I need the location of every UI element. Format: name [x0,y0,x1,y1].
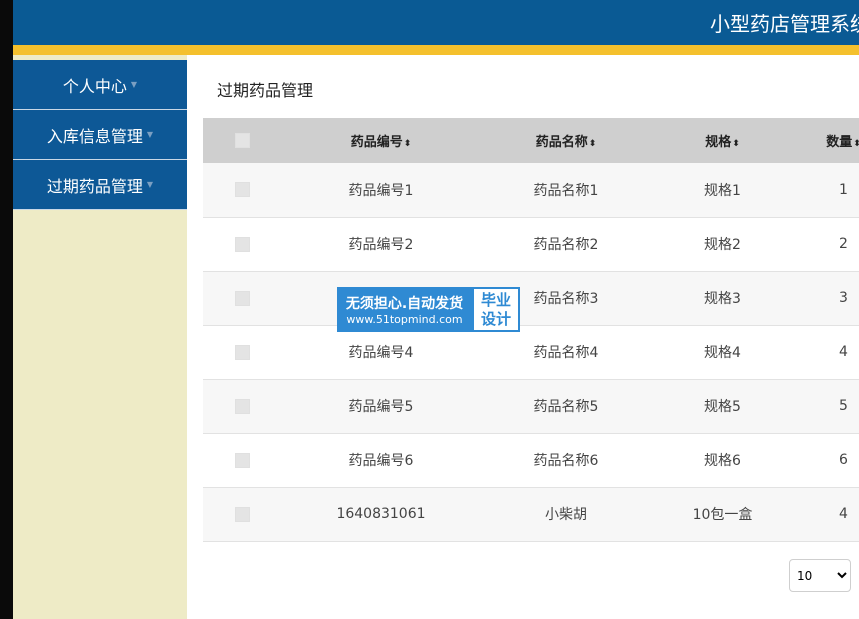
cell-spec: 规格5 [704,399,741,415]
cell-name: 药品名称1 [533,182,599,199]
app-title: 小型药店管理系统 [710,12,859,36]
page-title: 过期药品管理 [217,81,314,100]
top-header: 小型药店管理系统 [13,0,859,45]
column-header-spec[interactable]: 规格⬍ [651,118,794,163]
cell-quantity: 4 [839,506,848,522]
sidebar-item-label: 过期药品管理 [46,176,143,196]
caret-down-icon: ▼ [146,130,154,139]
cell-spec: 规格4 [704,345,741,361]
cell-code: 药品编号4 [348,345,414,361]
row-checkbox[interactable] [234,398,250,414]
cell-quantity: 1 [839,181,848,198]
cell-name: 药品名称5 [533,399,599,415]
cell-code: 药品编号6 [348,453,414,469]
cell-code: 药品编号1 [348,182,414,199]
row-checkbox[interactable] [234,182,250,198]
cell-quantity: 5 [839,398,848,414]
cell-spec: 规格6 [704,453,741,469]
cell-spec: 10包一盒 [692,507,753,523]
data-table-container: 药品编号⬍ 药品名称⬍ 规格⬍ 数量⬍ 药品编号1 药品名称1 规格1 1 药品… [203,118,859,542]
watermark-url: www.51topmind.com [346,313,463,326]
cell-spec: 规格1 [704,182,741,199]
watermark-line1: 无须担心.自动发货 [345,296,464,312]
column-header-quantity[interactable]: 数量⬍ [794,118,859,163]
cell-name: 小柴胡 [545,507,587,523]
table-header-row: 药品编号⬍ 药品名称⬍ 规格⬍ 数量⬍ [203,118,859,163]
sort-icon[interactable]: ⬍ [589,139,597,149]
cell-name: 药品名称6 [533,453,599,469]
table-row[interactable]: 药品编号1 药品名称1 规格1 1 [203,163,859,217]
row-checkbox[interactable] [234,506,250,522]
header-accent-bar [13,45,859,55]
sidebar-item-expired-drugs[interactable]: 过期药品管理 ▼ [13,160,187,210]
column-header-code[interactable]: 药品编号⬍ [281,118,481,163]
table-row[interactable]: 药品编号3 药品名称3 规格3 3 [203,271,859,325]
row-checkbox[interactable] [234,344,250,360]
sidebar-item-personal-center[interactable]: 个人中心 ▼ [13,60,187,110]
select-all-checkbox[interactable] [234,133,250,148]
sidebar-item-label: 个人中心 [62,76,127,96]
row-checkbox[interactable] [234,290,250,306]
cell-quantity: 2 [839,236,848,252]
cell-code: 1640831061 [336,506,426,522]
table-row[interactable]: 药品编号4 药品名称4 规格4 4 [203,325,859,379]
column-header-name[interactable]: 药品名称⬍ [481,118,651,163]
sort-icon[interactable]: ⬍ [404,139,412,149]
cell-name: 药品名称2 [533,237,599,253]
sidebar: 个人中心 ▼ 入库信息管理 ▼ 过期药品管理 ▼ [13,60,187,210]
cell-code: 药品编号5 [348,399,414,415]
data-table: 药品编号⬍ 药品名称⬍ 规格⬍ 数量⬍ 药品编号1 药品名称1 规格1 1 药品… [203,118,859,542]
table-row[interactable]: 药品编号6 药品名称6 规格6 6 [203,433,859,487]
cell-spec: 规格3 [704,291,741,307]
watermark-badge: 毕业 设计 [472,287,520,332]
watermark-banner: 无须担心.自动发货 www.51topmind.com 毕业 设计 [337,287,520,332]
sort-icon[interactable]: ⬍ [853,139,859,149]
sort-icon[interactable]: ⬍ [732,139,740,149]
caret-down-icon: ▼ [130,80,138,89]
cell-quantity: 4 [839,344,848,360]
cell-spec: 规格2 [704,237,741,253]
table-row[interactable]: 药品编号5 药品名称5 规格5 5 [203,379,859,433]
sidebar-item-label: 入库信息管理 [46,126,143,146]
caret-down-icon: ▼ [146,180,154,189]
table-row[interactable]: 药品编号2 药品名称2 规格2 2 [203,217,859,271]
row-checkbox[interactable] [234,452,250,468]
left-edge-strip [0,0,13,619]
cell-name: 药品名称4 [533,345,599,361]
sidebar-item-stock-in[interactable]: 入库信息管理 ▼ [13,110,187,160]
main-content: 过期药品管理 药品编号⬍ 药品名称⬍ 规格⬍ 数量⬍ 药品编号1 药品名称1 规… [187,55,859,619]
table-row[interactable]: 1640831061 小柴胡 10包一盒 4 [203,487,859,541]
cell-quantity: 3 [839,290,848,306]
cell-quantity: 6 [839,452,848,468]
row-checkbox[interactable] [234,236,250,252]
cell-code: 药品编号2 [348,237,414,253]
page-size-select[interactable]: 10 [789,559,851,592]
